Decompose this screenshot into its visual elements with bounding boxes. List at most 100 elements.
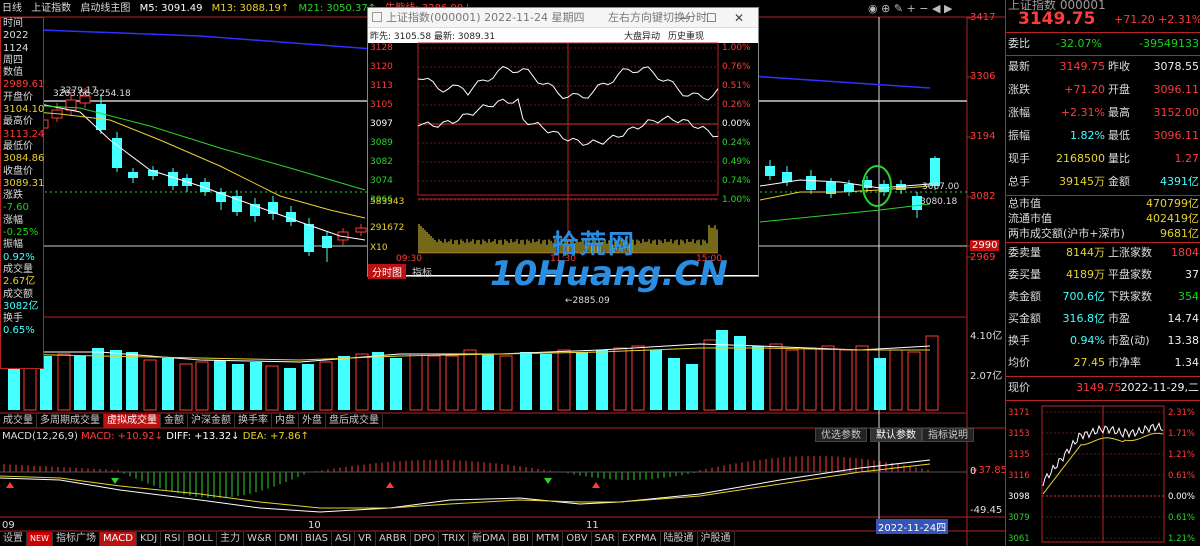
indicator-tab[interactable]: EXPMA <box>619 532 661 546</box>
view-name[interactable]: 启动线主图 <box>80 3 130 14</box>
indicator-tab[interactable]: NEW <box>27 532 53 546</box>
volume-bar <box>596 350 608 410</box>
volume-tab[interactable]: 盘后成交量 <box>326 414 383 428</box>
info-line: 时间 <box>3 18 23 29</box>
indicator-tab[interactable]: MTM <box>533 532 564 546</box>
right-arrow-icon[interactable]: ▶ <box>944 2 952 15</box>
abnormal-move-button[interactable]: 大盘异动 <box>624 30 660 42</box>
mini-left-label: 3153 <box>1008 429 1030 439</box>
minus-icon[interactable]: − <box>919 2 928 15</box>
indicator-tab[interactable]: OBV <box>563 532 592 546</box>
quote-key: 最高 <box>1108 106 1130 119</box>
quote-row: 涨跌 +71.20 开盘 3096.11 <box>1006 80 1200 100</box>
tab-intraday[interactable]: 分时图 <box>368 264 406 279</box>
date-11: 11 <box>586 520 599 531</box>
volume-tab[interactable]: 成交量 <box>0 414 37 428</box>
quote-key: 市净率 <box>1108 356 1141 369</box>
info-line: 数值 <box>3 67 23 79</box>
indicator-tab[interactable]: ASI <box>332 532 356 546</box>
indicator-tab[interactable]: 陆股通 <box>661 532 698 546</box>
volume-tab[interactable]: 沪深金额 <box>188 414 235 428</box>
indicator-tab[interactable]: 主力 <box>217 532 245 546</box>
mini-intraday-chart[interactable]: 3171 2.31% 3153 1.71% 3135 1.21% 3116 0.61% 3098… <box>1006 402 1200 546</box>
indicator-tab[interactable]: TRIX <box>439 532 470 546</box>
indicator-tab[interactable]: MACD <box>99 532 137 546</box>
maximize-icon[interactable]: ☐ <box>706 8 717 28</box>
volume-bar <box>907 351 921 411</box>
indicator-tab[interactable]: BIAS <box>302 532 333 546</box>
intraday-chart[interactable]: 昨先: 3105.58 最新: 3089.31 大盘异动 历史重现 3128 3120… <box>368 29 758 279</box>
indicator-help-button[interactable]: 指标说明 <box>922 428 974 442</box>
volume-tab[interactable]: 内盘 <box>272 414 299 428</box>
indicator-tab[interactable]: VR <box>355 532 376 546</box>
history-replay-button[interactable]: 历史重现 <box>668 30 704 42</box>
indicator-tab[interactable]: KDJ <box>137 532 162 546</box>
quote-value: 3149.75 <box>1059 60 1106 73</box>
volume-bar <box>445 355 459 411</box>
indicator-tab[interactable]: W&R <box>244 532 276 546</box>
volume-bar <box>686 364 698 410</box>
candle-body <box>322 236 332 248</box>
volume-tab[interactable]: 换手率 <box>235 414 272 428</box>
volume-bar <box>855 345 869 411</box>
tools-icon[interactable]: ✎ <box>894 2 903 15</box>
indicator-tab[interactable]: DMI <box>276 532 303 546</box>
quote-key: 最新 <box>1008 60 1030 73</box>
volume-tab[interactable]: 虚拟成交量 <box>104 414 161 428</box>
indicator-tab[interactable]: BOLL <box>184 532 218 546</box>
volume-bar <box>57 353 71 411</box>
indicator-tab[interactable]: 设置 <box>0 532 27 546</box>
volume-bar <box>162 358 174 410</box>
volume-bar <box>463 349 477 411</box>
quote-value: 14.74 <box>1167 312 1200 325</box>
info-line: 成交额 <box>3 288 33 300</box>
quote-key: 开盘 <box>1108 83 1130 96</box>
period-label[interactable]: 日线 <box>2 3 22 14</box>
volume-tab[interactable]: 多周期成交量 <box>37 414 104 428</box>
indicator-tab[interactable]: 新DMA <box>469 532 510 546</box>
quote-value: 1.34 <box>1174 356 1200 369</box>
popup-left-y-label: 3089 <box>370 138 393 148</box>
quote-key: 平盘家数 <box>1108 268 1152 281</box>
volume-tabs: 成交量 多周期成交量 虚拟成交量 金额 沪深金额 换手率 内盘 外盘 盘后成交量 <box>0 414 383 428</box>
quote-key: 现手 <box>1008 152 1030 165</box>
indicator-tab[interactable]: 沪股通 <box>698 532 735 546</box>
range-label: 3203.66-3254.18 <box>53 89 131 99</box>
info-line: 0.92% <box>3 251 35 263</box>
popup-vol-label: X10 <box>370 243 388 253</box>
volume-bar <box>390 358 402 410</box>
diff-value: DIFF: +13.32↓ <box>166 431 240 442</box>
volume-bar <box>889 349 903 411</box>
volume-tab[interactable]: 金额 <box>161 414 188 428</box>
quote-value: +71.20 <box>1064 83 1105 96</box>
intraday-popup[interactable]: 上证指数(000001) 2022-11-24 星期四 左右方向键切换分时 − … <box>367 7 759 279</box>
plus-icon[interactable]: + <box>907 2 916 15</box>
left-arrow-icon[interactable]: ◀ <box>932 2 940 15</box>
indicator-tab[interactable]: BBI <box>509 532 533 546</box>
buy-arrow <box>386 482 394 488</box>
quote-key: 最低 <box>1108 129 1130 142</box>
quote-key: 昨收 <box>1108 60 1130 73</box>
indicator-tab[interactable]: DPO <box>411 532 440 546</box>
indicator-tab[interactable]: SAR <box>592 532 619 546</box>
indicator-tab[interactable]: ARBR <box>376 532 411 546</box>
quote-row: 总市值 470799亿 <box>1006 196 1200 211</box>
macd-value: MACD: +10.92↓ <box>81 431 164 442</box>
tab-indicator[interactable]: 指标 <box>408 264 436 279</box>
eye-icon[interactable]: ◉ <box>868 2 878 15</box>
ma21-label: M21: 3050.37↑ <box>298 3 377 14</box>
candle-body <box>782 172 792 182</box>
mini-right-label: 0.61% <box>1168 471 1195 481</box>
zoom-icon[interactable]: ⊕ <box>881 2 890 15</box>
indicator-tab[interactable]: RSI <box>161 532 185 546</box>
quote-value: 402419亿 <box>1146 212 1199 225</box>
indicator-tab[interactable]: 指标广场 <box>53 532 100 546</box>
close-icon[interactable]: ✕ <box>734 8 744 28</box>
optimize-params-button[interactable]: 优选参数 <box>815 428 867 442</box>
default-params-button[interactable]: 默认参数 <box>870 428 922 442</box>
quote-key: 涨跌 <box>1008 83 1030 96</box>
minimize-icon[interactable]: − <box>680 8 690 28</box>
popup-titlebar[interactable]: 上证指数(000001) 2022-11-24 星期四 左右方向键切换分时 <box>368 8 758 28</box>
volume-tab[interactable]: 外盘 <box>299 414 326 428</box>
quote-key: 委买量 <box>1008 268 1041 281</box>
